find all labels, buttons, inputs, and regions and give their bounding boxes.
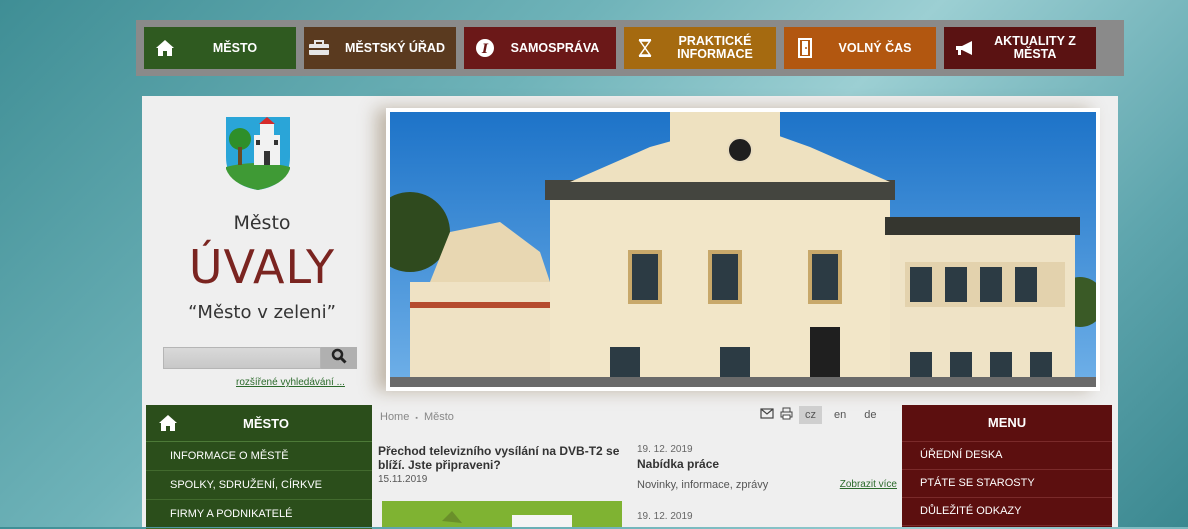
lang-cz[interactable]: cz <box>799 406 822 424</box>
city-name: ÚVALY <box>188 240 336 294</box>
search-button[interactable] <box>321 347 357 369</box>
home-icon <box>154 37 176 59</box>
right-menu: MENU ÚŘEDNÍ DESKA PTÁTE SE STAROSTY DŮLE… <box>902 405 1112 527</box>
info-icon: i <box>474 37 496 59</box>
breadcrumb-current: Město <box>423 411 454 423</box>
right-menu-item-ptate-se[interactable]: PTÁTE SE STAROSTY <box>902 470 1112 498</box>
lang-de[interactable]: de <box>858 406 882 424</box>
nav-prakticke-informace-label: PRAKTICKÉ INFORMACE <box>677 34 753 61</box>
nav-mestsky-urad[interactable]: MĚSTSKÝ ÚŘAD <box>304 27 456 69</box>
right-menu-title: MENU <box>902 405 1112 442</box>
right-menu-item-uredni-deska[interactable]: ÚŘEDNÍ DESKA <box>902 442 1112 470</box>
news-date: 15.11.2019 <box>378 474 428 485</box>
news-article-dvb[interactable]: Přechod televizního vysílání na DVB-T2 s… <box>378 444 633 485</box>
briefcase-icon <box>308 37 330 59</box>
nav-aktuality-label: AKTUALITY Z MĚSTA <box>994 34 1076 61</box>
left-menu-title: MĚSTO <box>243 415 289 431</box>
nav-prakticke-informace[interactable]: PRAKTICKÉ INFORMACE <box>624 27 776 69</box>
left-menu: MĚSTO INFORMACE O MĚSTĚ SPOLKY, SDRUŽENÍ… <box>146 405 372 529</box>
left-menu-item-informace[interactable]: INFORMACE O MĚSTĚ <box>146 442 372 471</box>
search-input[interactable] <box>163 347 321 369</box>
city-motto: “Město v zeleni” <box>188 302 336 323</box>
lang-en[interactable]: en <box>828 406 852 424</box>
left-menu-item-firmy[interactable]: FIRMY A PODNIKATELÉ <box>146 500 372 529</box>
page-tools: cz en de <box>760 406 883 424</box>
search-icon <box>331 348 347 369</box>
nav-volny-cas[interactable]: VOLNÝ ČAS <box>784 27 936 69</box>
breadcrumb-separator: ▪ <box>415 415 418 422</box>
left-menu-header[interactable]: MĚSTO <box>146 405 372 442</box>
news-thumbnail[interactable] <box>382 501 622 527</box>
main-navigation: MĚSTO MĚSTSKÝ ÚŘAD i SAMOSPRÁVA PRAKTICK… <box>136 20 1124 76</box>
nav-samosprava-label: SAMOSPRÁVA <box>510 40 600 55</box>
news-item-nabidka[interactable]: 19. 12. 2019 Nabídka práce Novinky, info… <box>637 444 897 491</box>
news-date: 19. 12. 2019 <box>637 511 693 522</box>
hourglass-icon <box>634 37 656 59</box>
home-icon <box>146 414 190 432</box>
megaphone-icon <box>954 37 976 59</box>
door-icon <box>794 37 816 59</box>
nav-aktuality[interactable]: AKTUALITY Z MĚSTA <box>944 27 1096 69</box>
nav-samosprava[interactable]: i SAMOSPRÁVA <box>464 27 616 69</box>
city-label-small: Město <box>233 212 291 234</box>
left-menu-item-spolky[interactable]: SPOLKY, SDRUŽENÍ, CÍRKVE <box>146 471 372 500</box>
svg-text:i: i <box>481 42 489 57</box>
nav-volny-cas-label: VOLNÝ ČAS <box>838 40 912 55</box>
email-icon[interactable] <box>760 408 774 422</box>
advanced-search-link[interactable]: rozšířené vyhledávání ... <box>236 377 345 388</box>
nav-mesto[interactable]: MĚSTO <box>144 27 296 69</box>
news-title[interactable]: Přechod televizního vysílání na DVB-T2 s… <box>378 444 633 472</box>
news-title[interactable]: Nabídka práce <box>637 457 897 471</box>
town-hall-photo <box>386 108 1100 391</box>
print-icon[interactable] <box>780 407 793 423</box>
city-crest-logo[interactable] <box>224 115 292 191</box>
breadcrumb-home[interactable]: Home <box>380 411 409 423</box>
show-more-link[interactable]: Zobrazit více <box>840 479 897 491</box>
right-menu-item-odkazy[interactable]: DŮLEŽITÉ ODKAZY <box>902 498 1112 526</box>
news-category: Novinky, informace, zprávy <box>637 479 769 491</box>
nav-mesto-label: MĚSTO <box>212 40 258 55</box>
breadcrumb: Home ▪ Město <box>380 411 454 423</box>
news-date: 19. 12. 2019 <box>637 444 693 455</box>
nav-mestsky-urad-label: MĚSTSKÝ ÚŘAD <box>344 40 445 55</box>
